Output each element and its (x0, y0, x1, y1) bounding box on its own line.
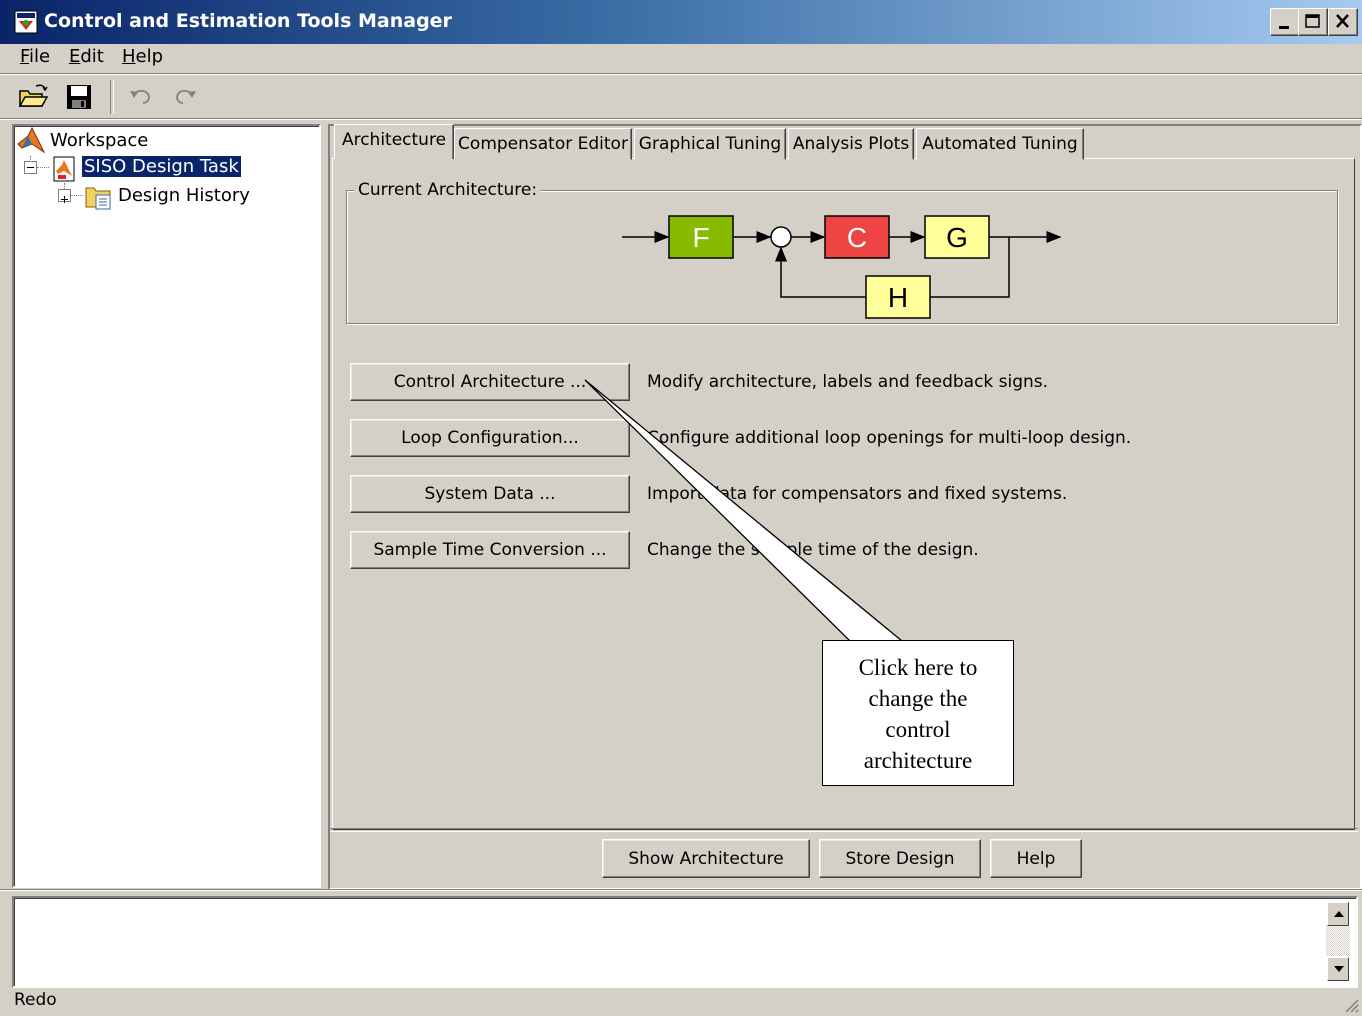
tab-analysis-plots[interactable]: Analysis Plots (788, 128, 914, 160)
maximize-icon (1305, 14, 1320, 28)
menu-file[interactable]: File (20, 46, 50, 67)
collapse-toggle[interactable] (24, 161, 37, 174)
store-design-button[interactable]: Store Design (819, 839, 981, 878)
current-architecture-label: Current Architecture: (354, 180, 542, 200)
block-g-label: G (946, 222, 968, 253)
arrow-down-icon (1334, 966, 1344, 972)
minimize-button[interactable] (1270, 8, 1300, 36)
architecture-diagram: F C G H (622, 215, 1062, 319)
scrollbar-track[interactable] (1326, 926, 1350, 956)
menu-edit-label: dit (80, 46, 104, 67)
tree-item-workspace[interactable]: Workspace (50, 130, 148, 151)
save-button[interactable] (62, 80, 96, 114)
redo-icon (176, 90, 196, 104)
tab-compensator-editor[interactable]: Compensator Editor (454, 128, 632, 160)
menu-file-accel: F (20, 46, 30, 67)
expand-toggle[interactable] (58, 189, 71, 203)
block-c-label: C (847, 222, 867, 253)
callout-line-1: Click here to (858, 655, 978, 680)
sample-time-conversion-description: Change the sample time of the design. (647, 540, 979, 560)
tree-item-siso-design-task[interactable]: SISO Design Task (81, 155, 242, 178)
menu-edit[interactable]: Edit (69, 46, 104, 67)
close-icon (1336, 14, 1349, 28)
menu-help-accel: H (122, 46, 136, 67)
close-button[interactable] (1328, 8, 1358, 36)
window-title: Control and Estimation Tools Manager (44, 10, 452, 32)
minus-icon (27, 167, 34, 168)
summing-junction (770, 226, 792, 248)
save-disk-icon (67, 85, 91, 109)
menu-separator (0, 73, 1362, 75)
system-data-button[interactable]: System Data ... (350, 475, 630, 513)
button-bar-separator (330, 828, 1358, 832)
loop-configuration-description: Configure additional loop openings for m… (647, 428, 1132, 448)
block-f-label: F (692, 222, 709, 253)
plus-icon (61, 196, 68, 203)
app-icon (14, 10, 38, 34)
tab-graphical-tuning[interactable]: Graphical Tuning (634, 128, 786, 160)
toolbar-bottom-separator (0, 118, 1362, 120)
matlab-workspace-icon (17, 126, 46, 154)
help-button[interactable]: Help (990, 839, 1082, 878)
callout-line-4: architecture (863, 748, 973, 773)
menu-help[interactable]: Help (122, 46, 163, 67)
callout-box: Click here to change the control archite… (822, 640, 1014, 786)
siso-task-icon (53, 156, 75, 182)
menu-edit-accel: E (69, 46, 81, 67)
callout-line-2: change the (868, 686, 968, 711)
tree-line (71, 195, 83, 196)
menu-file-label: ile (29, 46, 51, 67)
maximize-button[interactable] (1298, 8, 1328, 36)
open-folder-icon (18, 84, 49, 107)
tab-architecture[interactable]: Architecture (334, 124, 454, 159)
control-architecture-description: Modify architecture, labels and feedback… (647, 372, 1049, 392)
resize-grip-icon[interactable] (1342, 996, 1360, 1014)
minimize-icon (1279, 26, 1289, 29)
workspace-tree[interactable] (12, 124, 321, 888)
status-text: Redo (14, 990, 57, 1010)
design-history-icon (85, 187, 111, 210)
tab-automated-tuning[interactable]: Automated Tuning (916, 128, 1084, 160)
sample-time-conversion-button[interactable]: Sample Time Conversion ... (350, 531, 630, 569)
panel-splitter[interactable] (0, 889, 1362, 891)
scroll-up-button[interactable] (1327, 902, 1349, 926)
loop-configuration-button[interactable]: Loop Configuration... (350, 419, 630, 457)
callout-line-3: control (885, 717, 951, 742)
block-h-label: H (888, 282, 908, 313)
toolbar-separator (110, 80, 114, 114)
show-architecture-button[interactable]: Show Architecture (602, 839, 810, 878)
system-data-description: Import data for compensators and fixed s… (647, 484, 1068, 504)
scroll-down-button[interactable] (1327, 957, 1349, 981)
output-text-area[interactable] (12, 896, 1358, 988)
undo-icon (130, 90, 150, 104)
undo-button[interactable] (124, 80, 158, 114)
control-architecture-button[interactable]: Control Architecture ... (350, 363, 630, 401)
redo-button[interactable] (168, 80, 202, 114)
menu-bar (0, 44, 1362, 74)
menu-help-label: elp (135, 46, 164, 67)
tree-line (37, 167, 49, 168)
open-button[interactable] (16, 80, 50, 114)
arrow-up-icon (1334, 911, 1344, 917)
tree-item-design-history[interactable]: Design History (118, 185, 250, 206)
